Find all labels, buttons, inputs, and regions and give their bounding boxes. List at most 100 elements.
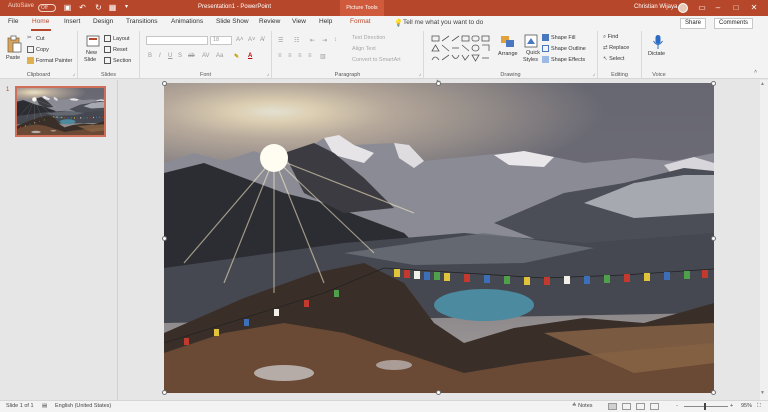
tab-review[interactable]: Review xyxy=(259,18,280,25)
redo-icon[interactable]: ↻ xyxy=(94,3,103,12)
scroll-up-icon[interactable]: ▲ xyxy=(760,81,765,87)
tell-me-search[interactable]: Tell me what you want to do xyxy=(403,19,483,26)
columns-icon[interactable]: ▥ xyxy=(320,53,326,60)
increase-font-icon[interactable]: A˄ xyxy=(236,37,244,43)
shape-outline-button[interactable]: Shape Outline xyxy=(542,45,586,52)
change-case-icon[interactable]: Aa xyxy=(216,53,223,59)
text-direction-button[interactable]: Text Direction xyxy=(352,35,385,41)
zoom-level[interactable]: 95% xyxy=(741,403,752,409)
resize-handle-bottom-right[interactable] xyxy=(711,390,716,395)
decrease-font-icon[interactable]: A˅ xyxy=(248,37,256,43)
resize-handle-top-left[interactable] xyxy=(162,81,167,86)
resize-handle-bottom-left[interactable] xyxy=(162,390,167,395)
scroll-down-icon[interactable]: ▼ xyxy=(760,390,765,396)
quick-styles-icon[interactable] xyxy=(524,34,538,48)
clipboard-launcher-icon[interactable]: ⌟ xyxy=(73,71,75,77)
font-launcher-icon[interactable]: ⌟ xyxy=(267,71,269,77)
notes-button[interactable]: ≙ Notes xyxy=(572,403,593,409)
strikethrough-icon[interactable]: ab xyxy=(188,53,195,59)
autosave-toggle[interactable]: Off xyxy=(38,4,56,12)
new-slide-label[interactable]: New xyxy=(86,50,97,56)
format-painter-button[interactable]: Format Painter xyxy=(27,57,72,64)
collapse-ribbon-icon[interactable]: ˄ xyxy=(754,69,757,75)
find-button[interactable]: ⌕ Find xyxy=(603,34,618,41)
tab-format[interactable]: Format xyxy=(350,18,371,25)
justify-icon[interactable]: ≡ xyxy=(308,53,312,59)
reading-view-icon[interactable] xyxy=(636,403,645,410)
slide-thumbnail[interactable] xyxy=(15,86,106,137)
resize-handle-bottom[interactable] xyxy=(436,390,441,395)
zoom-slider-thumb[interactable] xyxy=(704,403,706,410)
resize-handle-left[interactable] xyxy=(162,236,167,241)
highlight-icon[interactable]: ✎ xyxy=(234,53,239,60)
italic-icon[interactable]: I xyxy=(159,53,161,59)
language-status[interactable]: English (United States) xyxy=(55,403,111,409)
save-icon[interactable]: ▣ xyxy=(63,3,72,12)
tab-home[interactable]: Home xyxy=(32,18,49,25)
shape-effects-button[interactable]: Shape Effects xyxy=(542,56,585,63)
minimize-icon[interactable]: – xyxy=(712,2,724,14)
dictate-button[interactable]: Dictate xyxy=(648,51,665,57)
layout-button[interactable]: Layout xyxy=(104,35,130,42)
microphone-icon[interactable] xyxy=(652,34,664,50)
arrange-button[interactable]: Arrange xyxy=(498,51,518,57)
fit-to-window-icon[interactable]: ⛶ xyxy=(757,403,761,410)
clear-formatting-icon[interactable]: A̸ xyxy=(260,37,264,43)
tab-transitions[interactable]: Transitions xyxy=(126,18,158,25)
tab-insert[interactable]: Insert xyxy=(64,18,80,25)
ribbon-display-options-icon[interactable]: ▭ xyxy=(696,2,708,14)
avatar[interactable] xyxy=(678,3,688,13)
tab-help[interactable]: Help xyxy=(319,18,332,25)
mountain-photo[interactable] xyxy=(164,83,714,393)
reset-button[interactable]: Reset xyxy=(104,46,127,53)
align-center-icon[interactable]: ≡ xyxy=(288,53,292,59)
start-presentation-icon[interactable]: ▦ xyxy=(108,3,117,12)
share-button[interactable]: Share xyxy=(680,18,707,29)
tab-view[interactable]: View xyxy=(292,18,306,25)
align-text-button[interactable]: Align Text xyxy=(352,46,376,52)
paragraph-launcher-icon[interactable]: ⌟ xyxy=(419,71,421,77)
quick-styles-label-2[interactable]: Styles xyxy=(523,57,538,63)
tab-animations[interactable]: Animations xyxy=(171,18,203,25)
tab-slide-show[interactable]: Slide Show xyxy=(216,18,249,25)
font-size-box[interactable]: 18 xyxy=(210,36,232,45)
undo-icon[interactable]: ↶ xyxy=(78,3,87,12)
zoom-slider[interactable] xyxy=(684,406,728,407)
shadow-icon[interactable]: S xyxy=(178,53,182,59)
increase-indent-icon[interactable]: ⇥ xyxy=(322,37,327,44)
drawing-launcher-icon[interactable]: ⌟ xyxy=(593,71,595,77)
align-right-icon[interactable]: ≡ xyxy=(298,53,302,59)
decrease-indent-icon[interactable]: ⇤ xyxy=(310,37,315,44)
paste-icon[interactable] xyxy=(6,35,22,53)
copy-button[interactable]: Copy xyxy=(27,46,49,53)
resize-handle-right[interactable] xyxy=(711,236,716,241)
bullets-icon[interactable]: ☰ xyxy=(278,37,283,44)
cut-button[interactable]: ✂ Cut xyxy=(27,35,45,42)
maximize-icon[interactable]: □ xyxy=(730,2,742,14)
align-left-icon[interactable]: ≡ xyxy=(278,53,282,59)
normal-view-icon[interactable] xyxy=(608,403,617,410)
tab-design[interactable]: Design xyxy=(93,18,113,25)
close-icon[interactable]: ✕ xyxy=(748,2,760,14)
slide-show-view-icon[interactable] xyxy=(650,403,659,410)
vertical-scrollbar[interactable] xyxy=(760,80,768,400)
new-slide-label-2[interactable]: Slide xyxy=(84,57,96,63)
user-name[interactable]: Christian Wijaya xyxy=(634,4,677,10)
spellcheck-icon[interactable]: ▤ xyxy=(42,403,47,409)
shape-fill-button[interactable]: Shape Fill xyxy=(542,34,575,41)
slide-sorter-view-icon[interactable] xyxy=(622,403,631,410)
customize-qat-icon[interactable]: ▾ xyxy=(122,3,131,12)
resize-handle-top-right[interactable] xyxy=(711,81,716,86)
arrange-icon[interactable] xyxy=(500,35,516,49)
numbering-icon[interactable]: ☷ xyxy=(294,37,299,44)
select-button[interactable]: ↖ Select xyxy=(603,56,624,62)
font-name-box[interactable] xyxy=(146,36,208,45)
replace-button[interactable]: ⇄ Replace xyxy=(603,45,629,51)
zoom-in-button[interactable]: + xyxy=(730,403,733,409)
paste-button[interactable]: Paste xyxy=(6,55,20,61)
underline-icon[interactable]: U xyxy=(168,53,172,59)
character-spacing-icon[interactable]: AV xyxy=(202,53,210,59)
zoom-out-button[interactable]: - xyxy=(676,403,678,409)
bold-icon[interactable]: B xyxy=(148,53,152,59)
comments-button[interactable]: Comments xyxy=(714,18,754,29)
